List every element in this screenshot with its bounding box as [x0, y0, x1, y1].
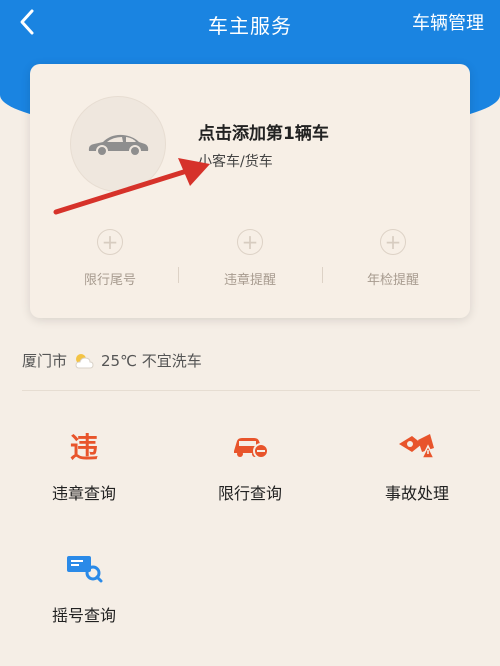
service-lottery-query[interactable]: 摇号查询 [24, 550, 144, 626]
violation-icon: 违 [69, 431, 98, 464]
weather-text: 25℃ 不宜洗车 [101, 352, 202, 370]
plus-icon: + [97, 229, 123, 255]
feature-inspection-reminder[interactable]: + 年检提醒 [333, 229, 453, 288]
car-icon [88, 134, 149, 157]
service-label: 摇号查询 [51, 606, 116, 625]
service-violation-query[interactable]: 违 违章查询 [24, 428, 144, 504]
service-restriction-query[interactable]: 限行查询 [190, 428, 310, 504]
divider [22, 390, 480, 391]
weather-bar: 厦门市 25℃ 不宜洗车 [22, 350, 202, 371]
city-name: 厦门市 [22, 352, 68, 370]
red-arrow-annotation [53, 158, 210, 215]
add-car-card: 点击添加第1辆车 小客车/货车 + 限行尾号 + 违章提醒 + 年检提醒 [30, 64, 470, 318]
feature-label: 年检提醒 [366, 273, 419, 288]
plus-icon: + [237, 229, 263, 255]
feature-label: 限行尾号 [83, 273, 136, 288]
service-label: 限行查询 [217, 484, 282, 503]
restriction-car-icon [190, 428, 310, 464]
add-car-title[interactable]: 点击添加第1辆车 [198, 119, 329, 144]
accident-icon [357, 428, 477, 464]
feature-violation-reminder[interactable]: + 违章提醒 [190, 229, 310, 288]
feature-plate-restriction[interactable]: + 限行尾号 [50, 229, 170, 288]
partly-cloudy-icon [75, 353, 94, 368]
service-label: 违章查询 [51, 484, 116, 503]
navbar: 车主服务 车辆管理 [0, 0, 500, 48]
back-button[interactable] [12, 6, 44, 38]
lottery-search-icon [24, 550, 144, 586]
feature-label: 违章提醒 [223, 273, 276, 288]
service-label: 事故处理 [384, 484, 449, 503]
vehicle-management-link[interactable]: 车辆管理 [412, 9, 484, 35]
service-accident-handling[interactable]: 事故处理 [357, 428, 477, 504]
divider [322, 267, 323, 283]
chevron-left-icon [20, 9, 34, 35]
plus-icon: + [380, 229, 406, 255]
page-title: 车主服务 [208, 13, 292, 38]
divider [178, 267, 179, 283]
